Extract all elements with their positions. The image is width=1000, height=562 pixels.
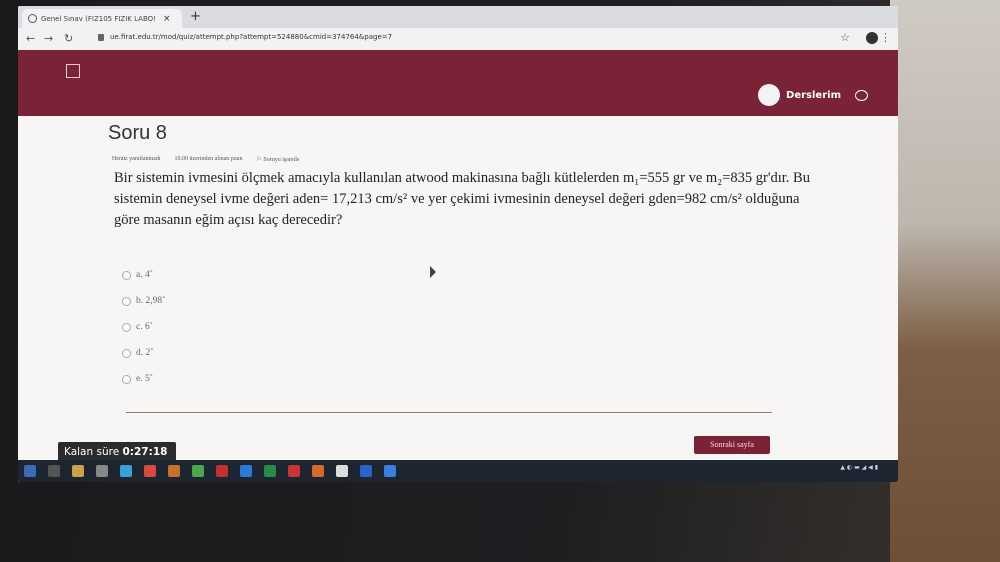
- menu-kebab-icon[interactable]: ⋮: [880, 31, 891, 44]
- new-tab-button[interactable]: +: [190, 9, 201, 24]
- taskbar: ▲ ◐ ▬ ◢ ◀ ▮: [18, 460, 898, 482]
- mouse-cursor-icon: [430, 266, 436, 278]
- app-icon[interactable]: [192, 465, 204, 477]
- question-status: Henüz yanıtlanmadı: [112, 156, 161, 162]
- answer-option-b[interactable]: b. 2,98˚: [122, 288, 165, 314]
- taskview-icon[interactable]: [48, 465, 60, 477]
- answer-label-c: c. 6˚: [136, 322, 153, 332]
- answer-label-e: e. 5˚: [136, 374, 153, 384]
- courses-link[interactable]: Derslerim: [786, 90, 841, 101]
- message-icon[interactable]: [855, 89, 868, 101]
- question-text: Bir sistemin ivmesini ölçmek amacıyla ku…: [114, 170, 810, 228]
- flag-question-label: Soruyu işaretle: [263, 157, 300, 163]
- tab-title: Genel Sınav (FIZ105 FIZIK LABO!: [41, 14, 156, 23]
- app-icon-3[interactable]: [312, 465, 324, 477]
- app-icon-4[interactable]: [360, 465, 372, 477]
- divider: [126, 412, 772, 413]
- site-header: Derslerim: [18, 50, 898, 116]
- flag-question-link[interactable]: ⚐ Soruyu işaretle: [256, 156, 299, 163]
- vlc-icon[interactable]: [168, 465, 180, 477]
- timer-label: Kalan süre: [64, 446, 120, 458]
- tab-bar: Genel Sınav (FIZ105 FIZIK LABO! × +: [18, 6, 898, 28]
- radio-d[interactable]: [122, 348, 131, 358]
- system-tray[interactable]: ▲ ◐ ▬ ◢ ◀ ▮: [840, 464, 878, 471]
- answer-options: a. 4˚ b. 2,98˚ c. 6˚ d. 2˚ e. 5˚: [122, 262, 165, 392]
- avatar[interactable]: [758, 84, 781, 106]
- address-bar: ← → ↻ ue.firat.edu.tr/mod/quiz/attempt.p…: [18, 28, 898, 51]
- answer-option-a[interactable]: a. 4˚: [122, 262, 165, 288]
- radio-e[interactable]: [122, 374, 131, 384]
- time-remaining: Kalan süre 0:27:18: [58, 442, 176, 462]
- question-info: Henüz yanıtlanmadı 10.00 üzerinden alına…: [112, 156, 300, 163]
- start-icon[interactable]: [24, 465, 36, 477]
- answer-label-b: b. 2,98˚: [136, 296, 166, 306]
- answer-option-c[interactable]: c. 6˚: [122, 314, 165, 340]
- screen: Genel Sınav (FIZ105 FIZIK LABO! × + ← → …: [18, 6, 898, 482]
- edge-icon[interactable]: [120, 465, 132, 477]
- radio-b[interactable]: [122, 296, 131, 306]
- reload-icon[interactable]: ↻: [64, 32, 73, 45]
- question-title: Soru 8: [108, 122, 167, 144]
- logo-icon: [66, 64, 80, 78]
- lock-icon: [98, 34, 104, 41]
- bookmark-star-icon[interactable]: ☆: [840, 31, 850, 44]
- powerpoint-icon[interactable]: [288, 465, 300, 477]
- user-menu[interactable]: Derslerim: [758, 84, 868, 106]
- answer-label-d: d. 2˚: [136, 348, 154, 358]
- app-icon-2[interactable]: [216, 465, 228, 477]
- background-wall: [890, 0, 1000, 562]
- radio-c[interactable]: [122, 322, 131, 332]
- answer-option-d[interactable]: d. 2˚: [122, 340, 165, 366]
- next-page-button[interactable]: Sonraki sayfa: [694, 436, 770, 454]
- chrome-icon[interactable]: [144, 465, 156, 477]
- answer-option-e[interactable]: e. 5˚: [122, 366, 165, 392]
- excel-icon[interactable]: [264, 465, 276, 477]
- store-icon[interactable]: [96, 465, 108, 477]
- timer-value: 0:27:18: [122, 446, 168, 458]
- forward-icon[interactable]: →: [44, 32, 53, 45]
- url-field[interactable]: ue.firat.edu.tr/mod/quiz/attempt.php?att…: [110, 33, 392, 41]
- question-points: 10.00 üzerinden alınan puan: [174, 156, 243, 162]
- radio-a[interactable]: [122, 270, 131, 280]
- notepad-icon[interactable]: [336, 465, 348, 477]
- profile-icon[interactable]: [866, 32, 878, 44]
- vscode-icon[interactable]: [384, 465, 396, 477]
- back-icon[interactable]: ←: [26, 32, 35, 45]
- explorer-icon[interactable]: [72, 465, 84, 477]
- globe-icon: [28, 14, 37, 23]
- browser-tab[interactable]: Genel Sınav (FIZ105 FIZIK LABO! ×: [22, 9, 182, 28]
- word-icon[interactable]: [240, 465, 252, 477]
- quiz-content: Soru 8 Henüz yanıtlanmadı 10.00 üzerinde…: [18, 116, 898, 482]
- university-logo[interactable]: [66, 64, 88, 78]
- answer-label-a: a. 4˚: [136, 270, 153, 280]
- close-tab-icon[interactable]: ×: [163, 14, 171, 24]
